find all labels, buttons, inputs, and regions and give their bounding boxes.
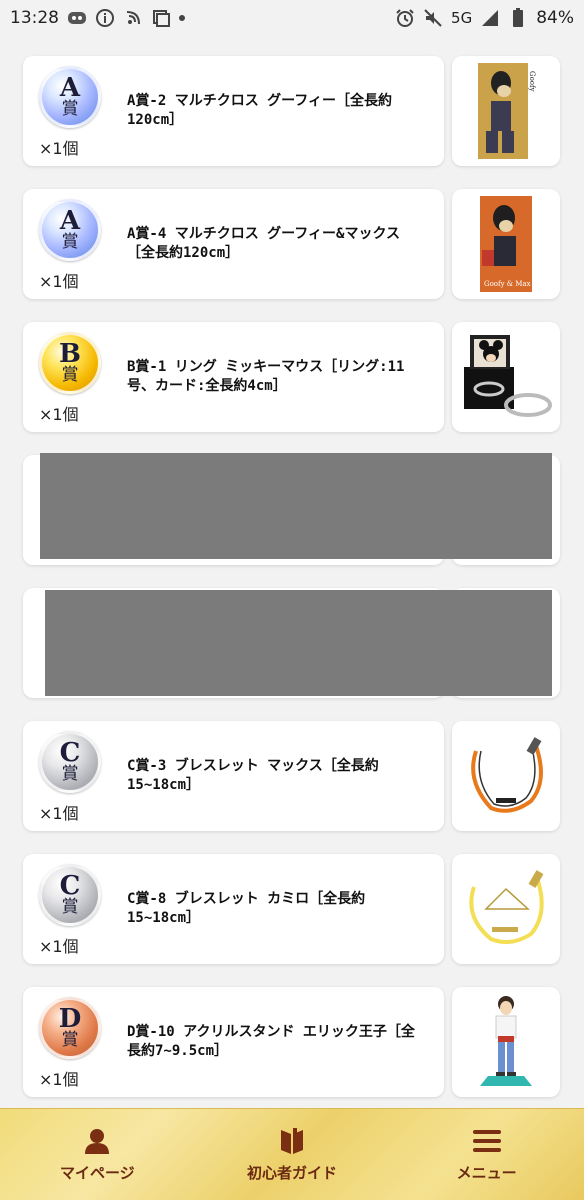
prize-name: A賞-4 マルチクロス グーフィー&マックス［全長約120cm］ xyxy=(127,226,401,261)
status-time: 13:28 xyxy=(10,8,59,28)
prize-card[interactable]: B 賞 B賞-1 リング ミッキーマウス［リング:11号、カード:全長約4cm］… xyxy=(23,322,444,432)
book-icon xyxy=(277,1126,307,1156)
nav-guide-button[interactable]: 初心者ガイド xyxy=(195,1109,390,1200)
network-type: 5G xyxy=(451,9,473,27)
bracelet-orange-image xyxy=(471,737,543,813)
status-bar: 13:28 5G 84% xyxy=(0,0,584,36)
prize-quantity: ×1個 xyxy=(39,272,79,291)
tier-a-badge: A 賞 xyxy=(39,66,101,128)
tier-d-badge: D 賞 xyxy=(39,997,101,1059)
prize-name: C賞-3 ブレスレット マックス［全長約15~18cm］ xyxy=(127,758,379,793)
prize-name: B賞-1 リング ミッキーマウス［リング:11号、カード:全長約4cm］ xyxy=(127,359,405,394)
prize-row: A 賞 A賞-2 マルチクロス グーフィー［全長約120cm］ ×1個 Goof… xyxy=(0,56,584,189)
prize-card[interactable]: A 賞 A賞-2 マルチクロス グーフィー［全長約120cm］ ×1個 xyxy=(23,56,444,166)
badge-kanji: 賞 xyxy=(61,99,79,119)
goofy-max-label: Goofy & Max xyxy=(484,280,531,288)
prize-quantity: ×1個 xyxy=(39,139,79,158)
prize-name: D賞-10 アクリルスタンド エリック王子［全長約7~9.5cm］ xyxy=(127,1024,415,1059)
badge-letter: D xyxy=(58,1004,82,1034)
prize-row: C 賞 C賞-8 ブレスレット カミロ［全長約15~18cm］ ×1個 xyxy=(0,854,584,987)
prize-row: D 賞 D賞-10 アクリルスタンド エリック王子［全長約7~9.5cm］ ×1… xyxy=(0,987,584,1120)
acrylic-stand-image xyxy=(480,996,532,1086)
prize-row: B 賞 B賞-1 リング ミッキーマウス［リング:11号、カード:全長約4cm］… xyxy=(0,322,584,455)
prize-quantity: ×1個 xyxy=(39,405,79,424)
prize-thumbnail[interactable]: Goofy xyxy=(452,56,560,166)
badge-kanji: 賞 xyxy=(61,897,79,917)
badge-letter: C xyxy=(59,871,81,901)
prize-row: C 賞 C賞-3 ブレスレット マックス［全長約15~18cm］ ×1個 xyxy=(0,721,584,854)
nav-menu-button[interactable]: メニュー xyxy=(389,1109,584,1200)
tier-c-badge: C 賞 xyxy=(39,731,101,793)
nav-guide-label: 初心者ガイド xyxy=(247,1164,338,1182)
bracelet-yellow-image xyxy=(469,870,544,945)
nav-mypage-label: マイページ xyxy=(59,1164,135,1182)
badge-kanji: 賞 xyxy=(61,1030,79,1050)
badge-letter: A xyxy=(59,206,81,236)
badge-kanji: 賞 xyxy=(61,764,79,784)
tier-c-badge: C 賞 xyxy=(39,864,101,926)
prize-quantity: ×1個 xyxy=(39,937,79,956)
alarm-icon xyxy=(395,8,415,28)
mute-icon xyxy=(423,8,443,28)
tier-b-badge: B 賞 xyxy=(39,332,101,394)
user-icon xyxy=(82,1126,112,1156)
goofy-cloth-image: Goofy xyxy=(478,63,536,159)
prize-name: A賞-2 マルチクロス グーフィー［全長約120cm］ xyxy=(127,93,393,128)
nav-mypage-button[interactable]: マイページ xyxy=(0,1109,195,1200)
prize-quantity: ×1個 xyxy=(39,1070,79,1089)
battery-icon xyxy=(508,8,528,28)
badge-letter: B xyxy=(59,339,81,369)
screenshot-icon xyxy=(151,8,171,28)
info-icon xyxy=(95,8,115,28)
prize-row-redacted xyxy=(0,588,584,721)
nav-menu-label: メニュー xyxy=(456,1164,517,1182)
tier-a-badge: A 賞 xyxy=(39,199,101,261)
prize-row-redacted xyxy=(0,453,584,588)
prize-thumbnail[interactable] xyxy=(452,322,560,432)
more-notifications-dot-icon xyxy=(179,15,185,21)
wifi-call-icon xyxy=(123,8,143,28)
prize-card[interactable]: A 賞 A賞-4 マルチクロス グーフィー&マックス［全長約120cm］ ×1個 xyxy=(23,189,444,299)
hamburger-menu-icon xyxy=(472,1126,502,1156)
prize-list: A 賞 A賞-2 マルチクロス グーフィー［全長約120cm］ ×1個 Goof… xyxy=(0,56,584,1120)
goofy-label: Goofy xyxy=(528,71,536,92)
prize-thumbnail[interactable] xyxy=(452,721,560,831)
prize-card[interactable]: C 賞 C賞-8 ブレスレット カミロ［全長約15~18cm］ ×1個 xyxy=(23,854,444,964)
badge-kanji: 賞 xyxy=(61,365,79,385)
prize-row: A 賞 A賞-4 マルチクロス グーフィー&マックス［全長約120cm］ ×1個… xyxy=(0,189,584,322)
mickey-ring-image xyxy=(464,335,552,417)
badge-kanji: 賞 xyxy=(61,232,79,252)
signal-icon xyxy=(480,8,500,28)
badge-letter: A xyxy=(59,73,81,103)
prize-thumbnail[interactable] xyxy=(452,854,560,964)
prize-name: C賞-8 ブレスレット カミロ［全長約15~18cm］ xyxy=(127,891,366,926)
badge-letter: C xyxy=(59,738,81,768)
app-notification-icon xyxy=(67,8,87,28)
prize-card[interactable]: D 賞 D賞-10 アクリルスタンド エリック王子［全長約7~9.5cm］ ×1… xyxy=(23,987,444,1097)
battery-percent: 84% xyxy=(536,8,574,28)
prize-card[interactable]: C 賞 C賞-3 ブレスレット マックス［全長約15~18cm］ ×1個 xyxy=(23,721,444,831)
goofy-max-cloth-image: Goofy & Max xyxy=(480,196,532,292)
redaction-overlay xyxy=(45,590,552,696)
prize-thumbnail[interactable]: Goofy & Max xyxy=(452,189,560,299)
redaction-overlay xyxy=(40,453,552,559)
prize-quantity: ×1個 xyxy=(39,804,79,823)
prize-thumbnail[interactable] xyxy=(452,987,560,1097)
bottom-navigation: マイページ 初心者ガイド メニュー xyxy=(0,1108,584,1200)
